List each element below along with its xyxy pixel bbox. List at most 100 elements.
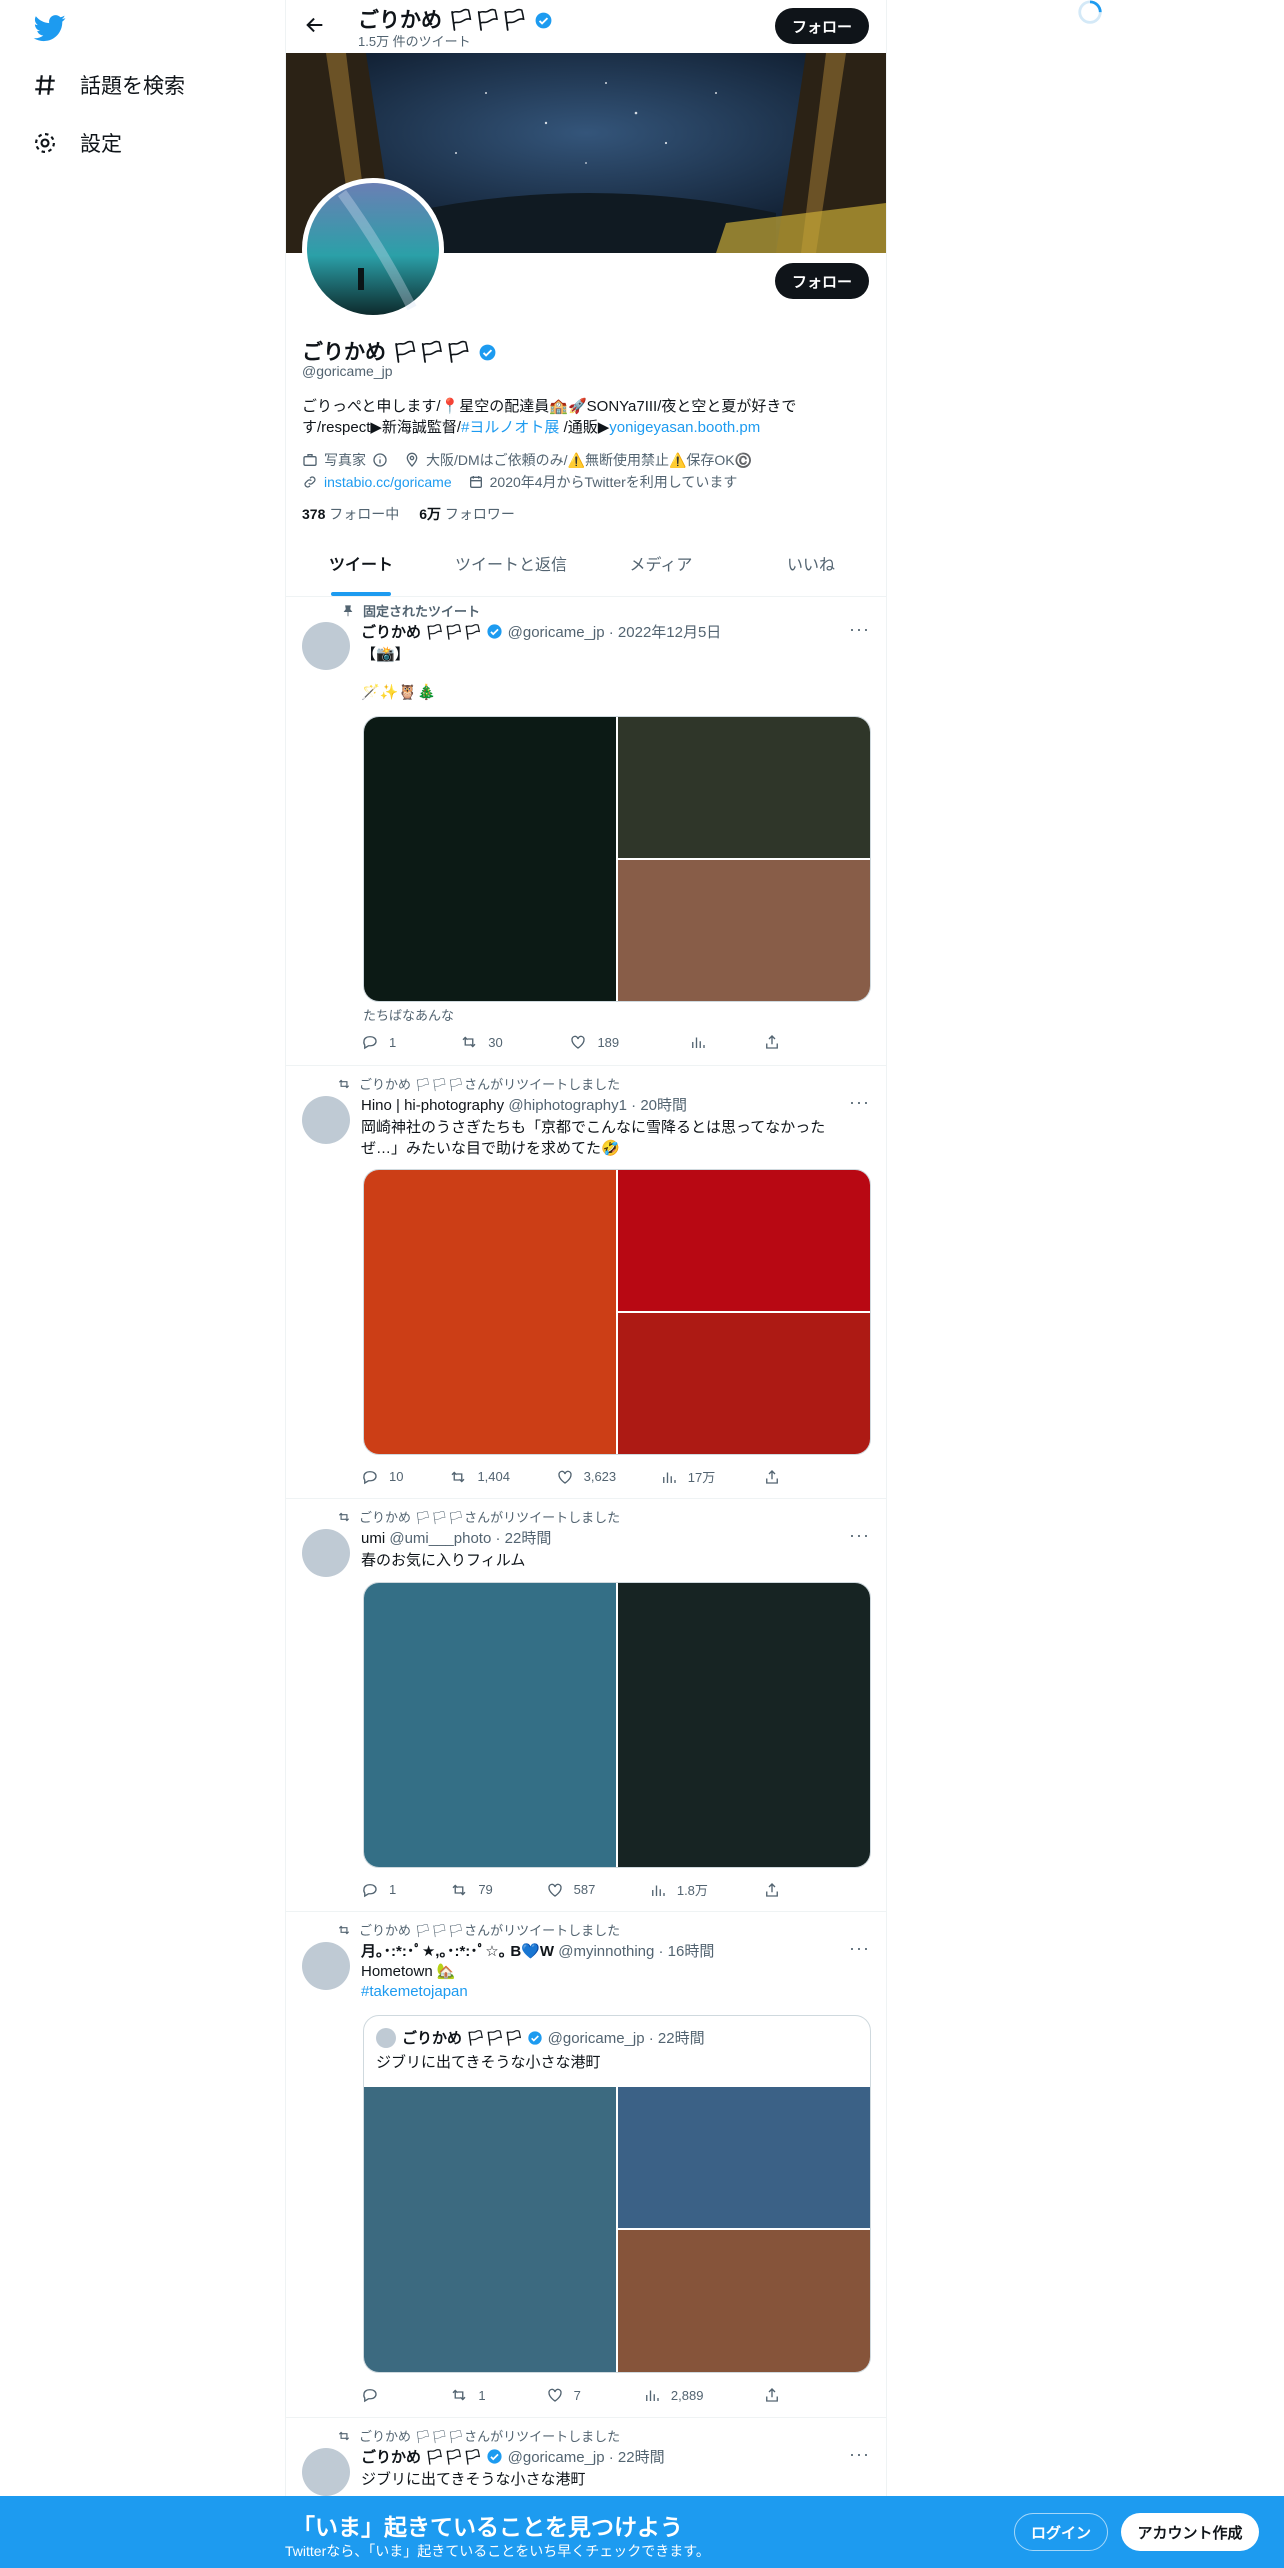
quoted-author-name: ごりかめ 🏳🏳🏳 [402, 2030, 524, 2047]
verified-badge-icon [528, 2031, 543, 2045]
media-image[interactable] [364, 717, 616, 1001]
bio-text: 星空の配達員 [459, 398, 550, 415]
media-image[interactable] [618, 1583, 870, 1867]
avatar[interactable] [302, 2448, 350, 2496]
followers-count[interactable]: 6万 フォロワー [419, 504, 515, 524]
author-handle[interactable]: @myinnothing [558, 1943, 654, 1960]
share-button[interactable] [763, 1467, 781, 1486]
media-image[interactable] [364, 1170, 616, 1454]
tweet-time[interactable]: · 20時間 [631, 1097, 687, 1114]
share-button[interactable] [763, 1880, 781, 1899]
avatar[interactable] [302, 1096, 350, 1144]
loading-spinner-icon [1078, 0, 1102, 24]
bio-shop-link[interactable]: yonigeyasan.booth.pm [609, 419, 760, 436]
tweet-time[interactable]: · 2022年12月5日 [609, 624, 722, 641]
retweet-button[interactable]: 1,404 [449, 1467, 555, 1486]
login-button[interactable]: ログイン [1014, 2513, 1108, 2551]
quoted-tweet[interactable]: ごりかめ 🏳🏳🏳 @goricame_jp · 22時間 ジブリに出てきそうな小… [363, 2015, 871, 2373]
avatar[interactable] [302, 622, 350, 670]
tweet-time[interactable]: · 16時間 [659, 1943, 715, 1960]
reply-button[interactable]: 10 [361, 1467, 449, 1486]
author-handle[interactable]: @umi___photo [389, 1530, 491, 1547]
tab-tweets[interactable]: ツイート [286, 530, 436, 596]
tweet-time[interactable]: · 22時間 [495, 1530, 551, 1547]
media-image[interactable] [364, 2087, 616, 2372]
author-handle[interactable]: @goricame_jp [508, 2449, 605, 2466]
tweet-item[interactable]: ごりかめ 🏳🏳🏳さんがリツイートしました umi @umi___photo · … [286, 1499, 886, 1912]
tab-tweets-and-replies[interactable]: ツイートと返信 [436, 530, 586, 596]
like-count: 189 [597, 1034, 620, 1050]
reply-count: 1 [389, 1882, 397, 1897]
profile-website-link[interactable]: instabio.cc/goricame [324, 474, 452, 490]
author-name[interactable]: ごりかめ 🏳🏳🏳 [361, 2449, 482, 2466]
avatar[interactable] [302, 1529, 350, 1577]
like-count: 587 [573, 1882, 596, 1897]
media-image[interactable] [618, 2087, 870, 2228]
media-image[interactable] [618, 860, 870, 1001]
more-options-icon[interactable]: ··· [849, 1092, 870, 1113]
tweet-media-grid[interactable] [363, 1582, 871, 1868]
more-options-icon[interactable]: ··· [849, 1525, 870, 1546]
author-handle[interactable]: @goricame_jp [508, 624, 605, 641]
reply-button[interactable] [361, 2386, 450, 2404]
reply-icon [363, 1036, 377, 1050]
views-button[interactable]: 2,889 [643, 2386, 763, 2404]
retweet-count: 30 [488, 1034, 503, 1050]
twitter-logo-icon[interactable] [30, 12, 70, 44]
like-button[interactable]: 7 [546, 2386, 643, 2404]
reply-button[interactable]: 1 [361, 1880, 450, 1899]
followers-label: フォロワー [441, 506, 515, 522]
share-button[interactable] [763, 1033, 781, 1051]
signup-button[interactable]: アカウント作成 [1121, 2513, 1259, 2551]
like-button[interactable]: 587 [546, 1880, 649, 1899]
author-name[interactable]: ごりかめ 🏳🏳🏳 [361, 624, 482, 641]
info-icon[interactable] [372, 452, 388, 468]
retweet-icon [462, 1036, 476, 1048]
views-button[interactable] [689, 1033, 763, 1051]
media-image[interactable] [618, 1313, 870, 1454]
author-name[interactable]: Hino | hi-photography [361, 1097, 504, 1114]
retweet-icon [452, 1884, 466, 1895]
views-button[interactable]: 17万 [660, 1467, 763, 1486]
tweet-item[interactable]: 固定されたツイート ごりかめ 🏳🏳🏳 @goricame_jp · 2022年1… [286, 597, 886, 1066]
media-image[interactable] [364, 1583, 616, 1867]
more-options-icon[interactable]: ··· [849, 1938, 870, 1959]
header-follow-button[interactable]: フォロー [775, 8, 869, 44]
profile-avatar[interactable] [302, 178, 444, 320]
nav-item-settings[interactable]: 設定 [32, 128, 122, 158]
author-handle[interactable]: @hiphotography1 [508, 1097, 627, 1114]
media-image[interactable] [618, 2230, 870, 2372]
following-count[interactable]: 378 フォロー中 [302, 504, 399, 524]
tweet-item[interactable]: ごりかめ 🏳🏳🏳さんがリツイートしました Hino | hi-photograp… [286, 1066, 886, 1499]
profile-follow-button[interactable]: フォロー [775, 263, 869, 299]
reply-count: 10 [389, 1469, 404, 1484]
media-image[interactable] [618, 717, 870, 858]
share-button[interactable] [763, 2386, 781, 2404]
author-name[interactable]: umi [361, 1530, 385, 1547]
tab-likes[interactable]: いいね [736, 530, 886, 596]
retweet-button[interactable]: 30 [460, 1033, 569, 1051]
avatar[interactable] [302, 1942, 350, 1990]
tweet-time[interactable]: · 22時間 [609, 2449, 665, 2466]
back-arrow-icon[interactable] [304, 14, 326, 36]
retweet-button[interactable]: 1 [450, 2386, 545, 2404]
nav-item-explore[interactable]: 話題を検索 [32, 70, 185, 100]
retweet-button[interactable]: 79 [450, 1880, 545, 1899]
more-options-icon[interactable]: ··· [849, 619, 870, 640]
tweet-item[interactable]: ごりかめ 🏳🏳🏳さんがリツイートしました 月｡･:*:･ﾟ★,｡･:*:･ﾟ☆｡… [286, 1912, 886, 2418]
tweet-media-grid[interactable] [363, 1169, 871, 1455]
like-button[interactable]: 189 [569, 1033, 688, 1051]
like-button[interactable]: 3,623 [556, 1467, 660, 1486]
bio-hashtag-link[interactable]: #ヨルノオト展 [461, 419, 559, 436]
tab-media[interactable]: メディア [586, 530, 736, 596]
more-options-icon[interactable]: ··· [849, 2444, 870, 2465]
author-name[interactable]: 月｡･:*:･ﾟ★,｡･:*:･ﾟ☆｡ B💙W [361, 1943, 554, 1960]
tweet-hashtag-link[interactable]: #takemetojapan [361, 1983, 468, 2000]
reply-button[interactable]: 1 [361, 1033, 460, 1051]
tweet-media-grid[interactable] [363, 716, 871, 1002]
like-count: 7 [573, 2387, 581, 2403]
media-image[interactable] [618, 1170, 870, 1311]
quoted-header: ごりかめ 🏳🏳🏳 @goricame_jp · 22時間 [402, 2027, 705, 2048]
views-button[interactable]: 1.8万 [649, 1880, 763, 1899]
verified-badge-icon [479, 344, 496, 361]
